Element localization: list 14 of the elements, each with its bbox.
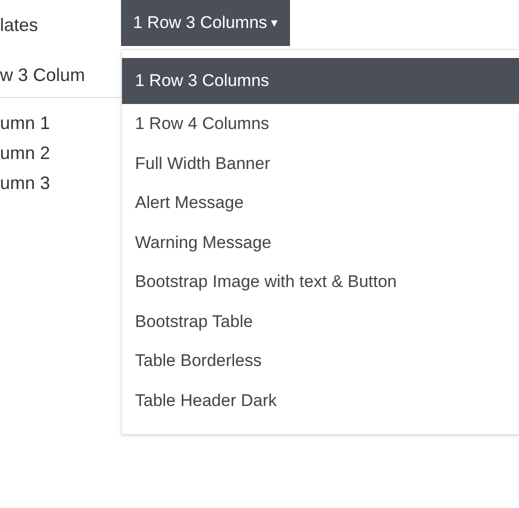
menu-item[interactable]: Alert Message (122, 183, 519, 222)
menu-item[interactable]: Bootstrap Table (122, 302, 519, 341)
column-label: umn 1 (0, 112, 52, 134)
column-label: umn 3 (0, 172, 52, 194)
menu-item[interactable]: Full Width Banner (122, 144, 519, 183)
menu-item[interactable]: 1 Row 4 Columns (122, 104, 519, 144)
column-label: umn 2 (0, 142, 52, 164)
menu-item[interactable]: Table Borderless (122, 341, 519, 380)
menu-item[interactable]: Bootstrap Image with text & Button (122, 262, 519, 302)
section-heading: lates (0, 14, 40, 36)
menu-item[interactable]: 1 Row 3 Columns (122, 58, 519, 104)
dropdown-button[interactable]: 1 Row 3 Columns ▾ (121, 0, 290, 46)
menu-item[interactable]: Warning Message (122, 222, 519, 262)
menu-item[interactable]: Table Header Dark (122, 380, 519, 420)
